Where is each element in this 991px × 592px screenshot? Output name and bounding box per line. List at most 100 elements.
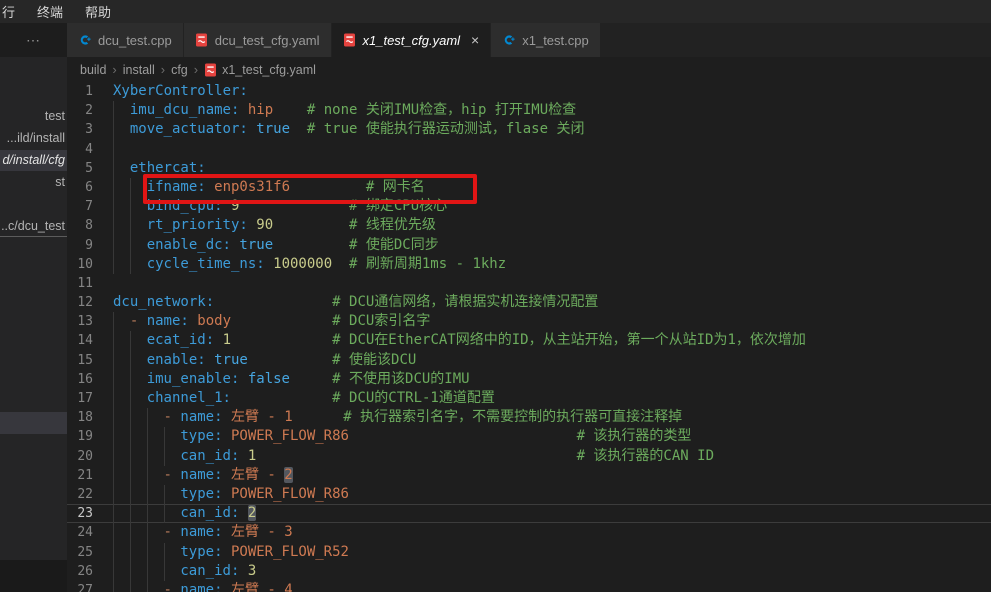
editor-line[interactable]: 15 enable: true # 使能该DCU [67, 351, 991, 370]
tab-overflow-area: ⋯ [0, 23, 67, 57]
code-content[interactable]: - name: 左臂 - 2 [113, 466, 991, 485]
line-number: 8 [67, 216, 113, 235]
code-content[interactable] [113, 274, 991, 293]
editor-line[interactable]: 14 ecat_id: 1 # DCU在EtherCAT网络中的ID，从主站开始… [67, 331, 991, 350]
editor-line[interactable]: 10 cycle_time_ns: 1000000 # 刷新周期1ms - 1k… [67, 255, 991, 274]
tab-dcu_test_cfg.yaml[interactable]: dcu_test_cfg.yaml [184, 23, 332, 57]
editor-line[interactable]: 6 ifname: enp0s31f6 # 网卡名 [67, 178, 991, 197]
tab-x1_test_cfg.yaml[interactable]: x1_test_cfg.yaml× [332, 23, 492, 57]
breadcrumb-item-build[interactable]: build [80, 63, 106, 77]
sidebar-item[interactable]: st [0, 172, 67, 193]
tab-x1_test.cpp[interactable]: x1_test.cpp [491, 23, 601, 57]
editor-line[interactable]: 26 can_id: 3 [67, 562, 991, 581]
code-editor[interactable]: 1XyberController:2 imu_dcu_name: hip # n… [67, 82, 991, 592]
sidebar-item[interactable]: c/dcu_test... [0, 216, 67, 237]
code-content[interactable]: - name: 左臂 - 1 # 执行器索引名字，不需要控制的执行器可直接注释掉 [113, 408, 991, 427]
token-key: name: [180, 524, 222, 540]
code-content[interactable]: - name: 左臂 - 4 [113, 581, 991, 592]
indent-guide [164, 485, 181, 504]
token-dash: - [164, 467, 181, 483]
token-com: # 执行器索引名字，不需要控制的执行器可直接注释掉 [343, 409, 682, 425]
editor-line[interactable]: 18 - name: 左臂 - 1 # 执行器索引名字，不需要控制的执行器可直接… [67, 408, 991, 427]
breadcrumb-item-cfg[interactable]: cfg [171, 63, 188, 77]
menu-item-行[interactable]: 行 [0, 0, 26, 23]
code-content[interactable]: type: POWER_FLOW_R86 # 该执行器的类型 [113, 427, 991, 446]
code-content[interactable]: enable: true # 使能该DCU [113, 351, 991, 370]
editor-line[interactable]: 1XyberController: [67, 82, 991, 101]
breadcrumb-separator: › [112, 62, 116, 77]
code-content[interactable]: can_id: 1 # 该执行器的CAN ID [113, 447, 991, 466]
editor-line[interactable]: 17 channel_1: # DCU的CTRL-1通道配置 [67, 389, 991, 408]
code-content[interactable]: channel_1: # DCU的CTRL-1通道配置 [113, 389, 991, 408]
editor-line[interactable]: 4 [67, 140, 991, 159]
code-content[interactable]: - name: body # DCU索引名字 [113, 312, 991, 331]
indent-guide [130, 523, 147, 542]
indent-guide [113, 236, 130, 255]
editor-line[interactable]: 2 imu_dcu_name: hip # none 关闭IMU检查，hip 打… [67, 101, 991, 120]
code-content[interactable]: imu_dcu_name: hip # none 关闭IMU检查，hip 打开I… [113, 101, 991, 120]
indent-guide [164, 447, 181, 466]
indent-guide [130, 236, 147, 255]
line-number: 4 [67, 140, 113, 159]
code-content[interactable]: bind_cpu: 9 # 绑定CPU核心 [113, 197, 991, 216]
indent-guide [113, 389, 130, 408]
editor-line[interactable]: 23 can_id: 2 [67, 504, 991, 523]
line-number: 16 [67, 370, 113, 389]
breadcrumb-file[interactable]: x1_test_cfg.yaml [222, 63, 316, 77]
menu-item-终端[interactable]: 终端 [26, 0, 74, 23]
code-content[interactable]: ifname: enp0s31f6 # 网卡名 [113, 178, 991, 197]
code-content[interactable] [113, 140, 991, 159]
editor-line[interactable]: 25 type: POWER_FLOW_R52 [67, 543, 991, 562]
editor-line[interactable]: 7 bind_cpu: 9 # 绑定CPU核心 [67, 197, 991, 216]
code-content[interactable]: cycle_time_ns: 1000000 # 刷新周期1ms - 1khz [113, 255, 991, 274]
token-bool: true [214, 352, 248, 368]
token-pln [349, 428, 577, 444]
editor-line[interactable]: 16 imu_enable: false # 不使用该DCU的IMU [67, 370, 991, 389]
editor-line[interactable]: 5 ethercat: [67, 159, 991, 178]
editor-line[interactable]: 19 type: POWER_FLOW_R86 # 该执行器的类型 [67, 427, 991, 446]
code-content[interactable]: XyberController: [113, 82, 991, 101]
token-key: dcu_network: [113, 294, 214, 310]
line-number: 11 [67, 274, 113, 293]
code-content[interactable]: rt_priority: 90 # 线程优先级 [113, 216, 991, 235]
editor-line[interactable]: 13 - name: body # DCU索引名字 [67, 312, 991, 331]
code-content[interactable]: can_id: 3 [113, 562, 991, 581]
code-content[interactable]: enable_dc: true # 使能DC同步 [113, 236, 991, 255]
code-content[interactable]: ecat_id: 1 # DCU在EtherCAT网络中的ID，从主站开始，第一… [113, 331, 991, 350]
token-pln [223, 524, 231, 540]
editor-line[interactable]: 22 type: POWER_FLOW_R86 [67, 485, 991, 504]
sidebar-item[interactable]: test [0, 106, 67, 127]
editor-line[interactable]: 24 - name: 左臂 - 3 [67, 523, 991, 542]
tab-close-icon[interactable]: × [471, 33, 479, 47]
code-content[interactable]: dcu_network: # DCU通信网络，请根据实机连接情况配置 [113, 293, 991, 312]
sidebar-item[interactable]: ild/install... [0, 128, 67, 149]
editor-line[interactable]: 21 - name: 左臂 - 2 [67, 466, 991, 485]
editor-line[interactable]: 8 rt_priority: 90 # 线程优先级 [67, 216, 991, 235]
code-content[interactable]: type: POWER_FLOW_R86 [113, 485, 991, 504]
token-str: 左臂 - 4 [231, 582, 293, 592]
editor-line[interactable]: 9 enable_dc: true # 使能DC同步 [67, 236, 991, 255]
editor-line[interactable]: 20 can_id: 1 # 该执行器的CAN ID [67, 447, 991, 466]
editor-line[interactable]: 27 - name: 左臂 - 4 [67, 581, 991, 592]
code-content[interactable]: can_id: 2 [113, 504, 991, 523]
code-content[interactable]: type: POWER_FLOW_R52 [113, 543, 991, 562]
breadcrumb-item-install[interactable]: install [123, 63, 155, 77]
tab-dcu_test.cpp[interactable]: dcu_test.cpp [67, 23, 184, 57]
code-content[interactable]: - name: 左臂 - 3 [113, 523, 991, 542]
indent-guide [113, 562, 130, 581]
sidebar-item[interactable]: d/install/cfg [0, 150, 67, 171]
token-key: XyberController: [113, 83, 248, 99]
code-content[interactable]: ethercat: [113, 159, 991, 178]
menu-item-帮助[interactable]: 帮助 [74, 0, 122, 23]
code-content[interactable]: imu_enable: false # 不使用该DCU的IMU [113, 370, 991, 389]
editor-line[interactable]: 3 move_actuator: true # true 使能执行器运动测试，f… [67, 120, 991, 139]
tab-label: x1_test.cpp [522, 33, 589, 48]
code-content[interactable]: move_actuator: true # true 使能执行器运动测试，fla… [113, 120, 991, 139]
token-str: 左臂 - 3 [231, 524, 293, 540]
indent-guide [130, 351, 147, 370]
editor-line[interactable]: 11 [67, 274, 991, 293]
indent-guide [130, 447, 147, 466]
line-number: 24 [67, 523, 113, 542]
editor-line[interactable]: 12dcu_network: # DCU通信网络，请根据实机连接情况配置 [67, 293, 991, 312]
tab-overflow-ellipsis-icon[interactable]: ⋯ [26, 32, 41, 49]
